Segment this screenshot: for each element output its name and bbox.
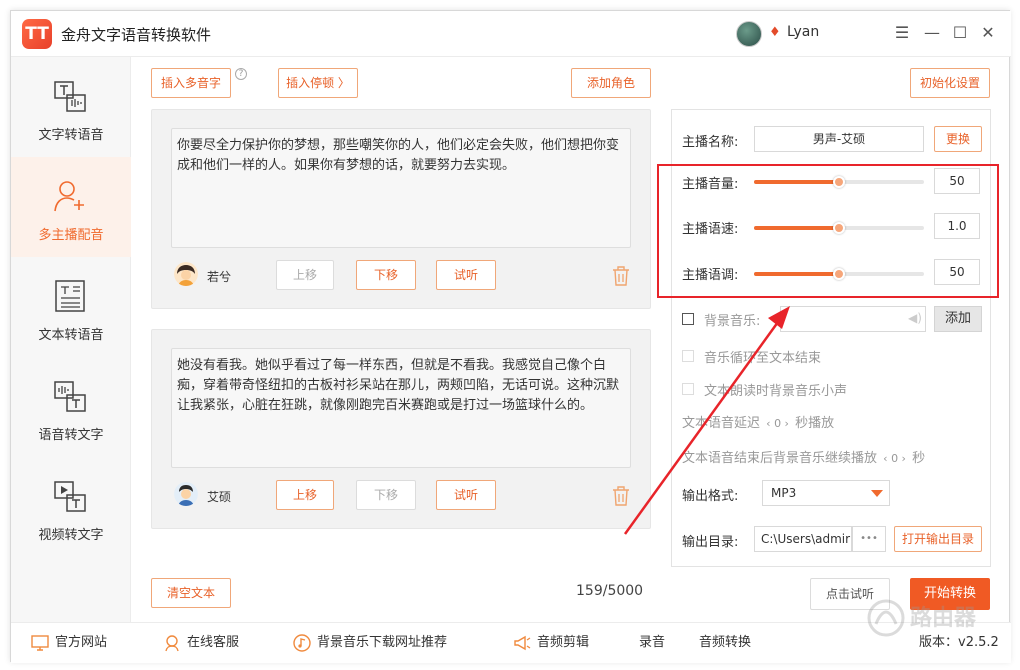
sidebar-item-label: 视频转文字	[38, 528, 104, 543]
move-down-button[interactable]: 下移	[356, 480, 416, 510]
delay-stepper[interactable]: ‹ 0 ›	[764, 417, 791, 430]
format-value: MP3	[771, 486, 797, 500]
sidebar-item-video-to-text[interactable]: 视频转文字	[11, 457, 131, 557]
bottom-bar: 官方网站 在线客服 背景音乐下载网址推荐 音频剪辑 录音 音频转换 版本：v2.…	[11, 622, 1011, 663]
dialogue-card: 她没有看我。她似乎看过了每一样东西，但就是不看我。我感觉自己像个白痴，穿着带奇怪…	[151, 329, 651, 529]
support-link[interactable]: 在线客服	[163, 633, 239, 653]
bgm-checkbox[interactable]	[682, 313, 694, 325]
loop-label: 音乐循环至文本结束	[704, 351, 822, 366]
sidebar-item-doc-to-speech[interactable]: 文本转语音	[11, 257, 131, 357]
video-to-text-icon	[54, 481, 86, 512]
speaker-name: 若兮	[207, 270, 232, 284]
help-icon[interactable]: ?	[235, 68, 247, 80]
add-user-icon	[54, 181, 84, 212]
output-dir-field[interactable]: C:\Users\admir	[754, 526, 852, 552]
sidebar-item-label: 语音转文字	[38, 428, 104, 443]
app-logo: TT	[22, 19, 52, 49]
add-role-button[interactable]: 添加角色	[571, 68, 651, 98]
browse-dir-button[interactable]: •••	[852, 526, 886, 552]
format-select[interactable]: MP3	[762, 480, 890, 506]
audio-convert-link[interactable]: 音频转换	[699, 633, 751, 653]
bgm-label: 背景音乐:	[704, 314, 761, 329]
clear-text-button[interactable]: 清空文本	[151, 578, 231, 608]
megaphone-icon	[514, 635, 531, 650]
dialogue-text[interactable]: 她没有看我。她似乎看过了每一样东西，但就是不看我。我感觉自己像个白痴，穿着带奇怪…	[171, 348, 631, 468]
duck-label: 文本朗读时背景音乐小声	[704, 384, 848, 399]
bgm-file-field[interactable]	[780, 306, 926, 332]
delay-value: 0	[774, 417, 782, 430]
website-link[interactable]: 官方网站	[31, 633, 107, 653]
change-anchor-button[interactable]: 更换	[934, 126, 982, 152]
delay-label: 文本语音延迟	[682, 416, 761, 431]
continue-unit: 秒	[912, 451, 926, 466]
bgm-sites-label: 背景音乐下载网址推荐	[317, 635, 448, 650]
avatar	[174, 482, 198, 506]
insert-polyphone-button[interactable]: 插入多音字	[151, 68, 231, 98]
app-window: TT 金舟文字语音转换软件 ♦ Lyan ☰ — ☐ ✕ 文字转语音 多主播配音…	[10, 10, 1011, 663]
sidebar-item-label: 文字转语音	[38, 128, 104, 143]
bgm-sites-link[interactable]: 背景音乐下载网址推荐	[293, 633, 447, 653]
open-output-dir-button[interactable]: 打开输出目录	[894, 526, 982, 552]
anchor-label: 主播名称:	[682, 135, 739, 150]
delay-row: 文本语音延迟 ‹ 0 › 秒播放	[682, 412, 834, 431]
sidebar-item-label: 文本转语音	[38, 328, 104, 343]
watermark-text: 路由器	[910, 606, 977, 631]
support-label: 在线客服	[187, 635, 240, 650]
init-settings-button[interactable]: 初始化设置	[910, 68, 990, 98]
document-icon	[55, 280, 85, 312]
maximize-button[interactable]: ☐	[949, 22, 971, 44]
move-up-button[interactable]: 上移	[276, 260, 334, 290]
menu-icon[interactable]: ☰	[891, 22, 913, 44]
watermark-logo: 路由器	[866, 594, 1006, 642]
website-label: 官方网站	[55, 635, 108, 650]
dialogue-text[interactable]: 你要尽全力保护你的梦想，那些嘲笑你的人，他们必定会失败，他们想把你变成和他们一样…	[171, 128, 631, 248]
listen-button[interactable]: 试听	[436, 260, 496, 290]
avatar[interactable]	[736, 21, 762, 47]
sidebar: 文字转语音 多主播配音 文本转语音 语音转文字 视频转文字	[11, 57, 131, 622]
delay-unit: 秒播放	[795, 416, 835, 431]
continue-label: 文本语音结束后背景音乐继续播放	[682, 451, 878, 466]
text-to-speech-icon	[54, 81, 86, 112]
sidebar-item-label: 多主播配音	[38, 228, 104, 243]
minimize-button[interactable]: —	[921, 22, 943, 44]
username[interactable]: Lyan	[787, 24, 819, 40]
sidebar-item-speech-to-text[interactable]: 语音转文字	[11, 357, 131, 457]
app-title: 金舟文字语音转换软件	[61, 26, 212, 44]
listen-button[interactable]: 试听	[436, 480, 496, 510]
diamond-icon: ♦	[769, 25, 781, 40]
move-up-button[interactable]: 上移	[276, 480, 334, 510]
audio-cut-link[interactable]: 音频剪辑	[513, 633, 589, 653]
speaker-name: 艾硕	[207, 490, 232, 504]
record-link[interactable]: 录音	[639, 633, 665, 653]
avatar	[174, 262, 198, 286]
loop-checkbox[interactable]	[682, 350, 694, 362]
dir-label: 输出目录:	[682, 535, 739, 550]
trash-icon[interactable]	[612, 266, 630, 286]
continue-row: 文本语音结束后背景音乐继续播放 ‹ 0 › 秒	[682, 447, 925, 466]
continue-stepper[interactable]: ‹ 0 ›	[881, 452, 908, 465]
chevron-down-icon	[871, 490, 883, 497]
annotation-highlight-box	[657, 164, 999, 298]
format-label: 输出格式:	[682, 489, 739, 504]
audio-cut-label: 音频剪辑	[537, 635, 590, 650]
add-bgm-button[interactable]: 添加	[934, 306, 982, 332]
insert-pause-button[interactable]: 插入停顿 〉	[278, 68, 358, 98]
title-bar: TT 金舟文字语音转换软件 ♦ Lyan ☰ — ☐ ✕	[11, 11, 1011, 57]
headset-icon	[165, 634, 179, 651]
char-counter: 159/5000	[576, 583, 644, 599]
continue-value: 0	[891, 452, 899, 465]
sidebar-item-multi-anchor[interactable]: 多主播配音	[11, 157, 131, 257]
speech-to-text-icon	[54, 381, 86, 412]
dialogue-card: 你要尽全力保护你的梦想，那些嘲笑你的人，他们必定会失败，他们想把你变成和他们一样…	[151, 109, 651, 309]
music-note-icon	[293, 633, 311, 652]
move-down-button[interactable]: 下移	[356, 260, 416, 290]
duck-checkbox[interactable]	[682, 383, 694, 395]
monitor-icon	[31, 634, 49, 651]
sidebar-item-text-to-speech[interactable]: 文字转语音	[11, 57, 131, 157]
trash-icon[interactable]	[612, 486, 630, 506]
anchor-name-field: 男声-艾硕	[754, 126, 924, 152]
speaker-icon: ◀)	[908, 311, 922, 325]
close-button[interactable]: ✕	[977, 22, 999, 44]
